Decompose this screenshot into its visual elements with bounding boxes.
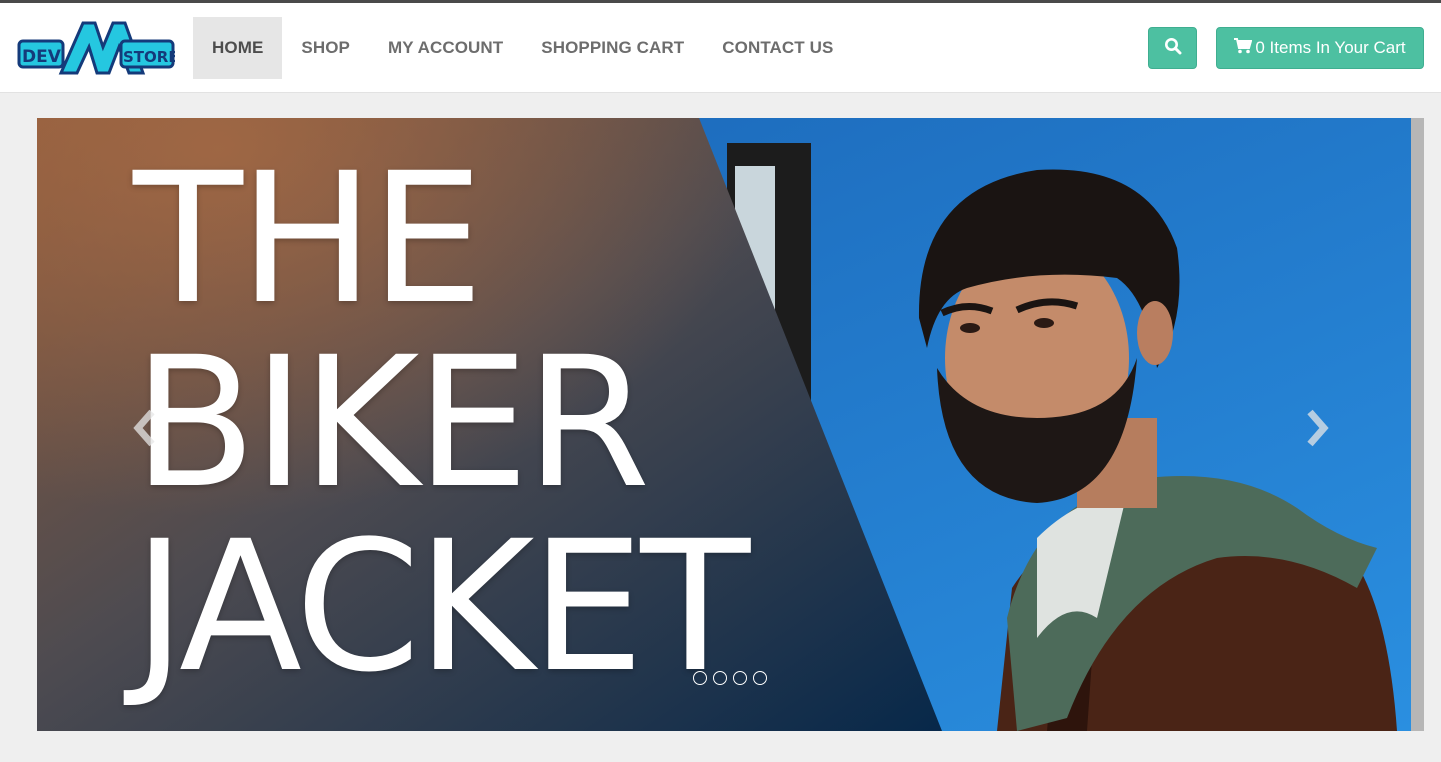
- search-icon: [1164, 37, 1182, 60]
- nav-contact-us[interactable]: CONTACT US: [703, 17, 852, 79]
- carousel-scrollbar[interactable]: [1411, 118, 1424, 731]
- headline-line: THE: [133, 135, 484, 344]
- hero-headline: THE BIKER JACKET: [133, 135, 750, 712]
- brand-logo[interactable]: DEV STORE: [17, 17, 179, 79]
- carousel-indicators: [693, 671, 767, 685]
- carousel-indicator[interactable]: [713, 671, 727, 685]
- shopping-cart-icon: [1234, 37, 1255, 59]
- hero-carousel: THE BIKER JACKET: [37, 118, 1411, 731]
- navbar: DEV STORE HOME SHOP MY ACCOUNT SHOPPING …: [0, 3, 1441, 93]
- chevron-left-icon: [132, 408, 158, 453]
- headline-line: BIKER: [133, 319, 650, 528]
- carousel-indicator[interactable]: [733, 671, 747, 685]
- nav-my-account[interactable]: MY ACCOUNT: [369, 17, 522, 79]
- svg-text:DEV: DEV: [22, 47, 62, 67]
- carousel-indicator[interactable]: [693, 671, 707, 685]
- svg-text:STORE: STORE: [123, 48, 175, 66]
- main-nav: HOME SHOP MY ACCOUNT SHOPPING CART CONTA…: [193, 17, 852, 79]
- chevron-right-icon: [1304, 408, 1330, 453]
- nav-home[interactable]: HOME: [193, 17, 283, 79]
- carousel-next-button[interactable]: [1297, 405, 1337, 455]
- carousel-indicator[interactable]: [753, 671, 767, 685]
- search-button[interactable]: [1148, 27, 1197, 69]
- nav-shop[interactable]: SHOP: [282, 17, 369, 79]
- carousel-prev-button[interactable]: [125, 405, 165, 455]
- headline-line: JACKET: [133, 503, 750, 712]
- cart-button[interactable]: 0 Items In Your Cart: [1216, 27, 1424, 69]
- nav-shopping-cart[interactable]: SHOPPING CART: [522, 17, 703, 79]
- cart-count-label: 0 Items In Your Cart: [1255, 38, 1406, 57]
